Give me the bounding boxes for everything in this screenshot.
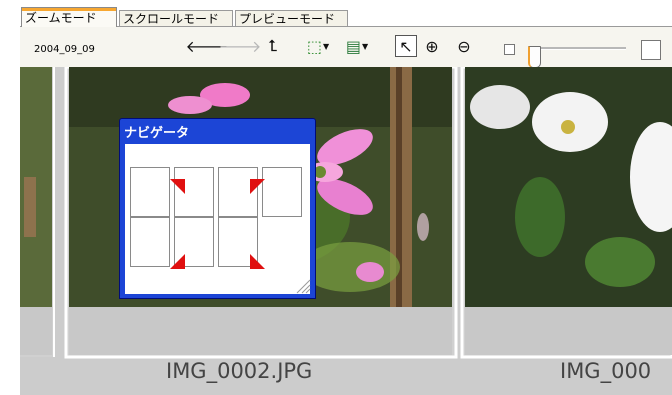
tab-preview-mode-label: プレビューモード: [239, 12, 336, 26]
next-image-photo[interactable]: [465, 67, 672, 307]
display-mode-dropdown[interactable]: ▤ ▼: [342, 35, 372, 57]
view-corner-top-left-marker: [170, 179, 185, 194]
display-mode-icon: ▤: [345, 36, 361, 56]
zoom-in-button[interactable]: ⊕: [421, 35, 443, 57]
zoom-slider-thumb[interactable]: [528, 46, 542, 68]
zoom-slider-track[interactable]: [528, 46, 626, 68]
zoom-out-button[interactable]: ⊖: [453, 35, 475, 57]
navigator-thumb[interactable]: [130, 217, 170, 267]
up-arrow-icon: ⮤: [268, 36, 278, 55]
navigator-map[interactable]: [125, 144, 310, 294]
small-size-icon[interactable]: [504, 44, 515, 55]
resize-grip-icon[interactable]: [293, 276, 311, 294]
zoom-in-icon: ⊕: [425, 36, 439, 56]
image-frames: [20, 67, 672, 359]
tab-zoom-mode-label: ズームモード: [25, 11, 97, 25]
forward-arrow-icon: 🡒: [218, 37, 262, 56]
tab-zoom-mode[interactable]: ズームモード: [21, 7, 117, 27]
navigator-thumb[interactable]: [130, 167, 170, 217]
navigator-title: ナビゲータ: [124, 126, 190, 141]
navigator-panel[interactable]: ナビゲータ: [119, 118, 316, 299]
mode-tab-bar: ズームモード スクロールモード プレビューモード: [0, 0, 672, 27]
folder-name-label: 2004_09_09: [34, 44, 95, 55]
up-folder-button[interactable]: ⮤: [262, 35, 284, 57]
pointer-icon: ↖: [399, 36, 413, 56]
view-corner-bottom-left-marker: [170, 254, 185, 269]
image-viewer[interactable]: IMG_0002.JPG IMG_000: [20, 67, 672, 395]
select-mode-dropdown[interactable]: ⬚ ▼: [304, 35, 332, 57]
navigator-thumb[interactable]: [262, 167, 302, 217]
toolbar: 2004_09_09 🡐 🡒 ⮤ ⬚ ▼ ▤ ▼ ↖ ⊕ ⊖: [20, 26, 672, 68]
chevron-down-icon: ▼: [322, 41, 330, 51]
pointer-tool-button[interactable]: ↖: [395, 35, 417, 57]
large-size-icon[interactable]: [641, 40, 661, 60]
back-button[interactable]: 🡐: [186, 35, 229, 57]
tab-preview-mode[interactable]: プレビューモード: [235, 10, 348, 26]
next-image-caption: IMG_000: [560, 359, 652, 383]
forward-button[interactable]: 🡒: [219, 35, 262, 57]
tab-scroll-mode[interactable]: スクロールモード: [119, 10, 233, 26]
zoom-out-icon: ⊖: [457, 36, 471, 56]
chevron-down-icon: ▼: [361, 41, 369, 51]
select-mode-icon: ⬚: [306, 36, 322, 56]
current-image-caption: IMG_0002.JPG: [166, 359, 313, 383]
tab-scroll-mode-label: スクロールモード: [123, 12, 220, 26]
view-corner-bottom-right-marker: [250, 254, 265, 269]
view-corner-top-right-marker: [250, 179, 265, 194]
